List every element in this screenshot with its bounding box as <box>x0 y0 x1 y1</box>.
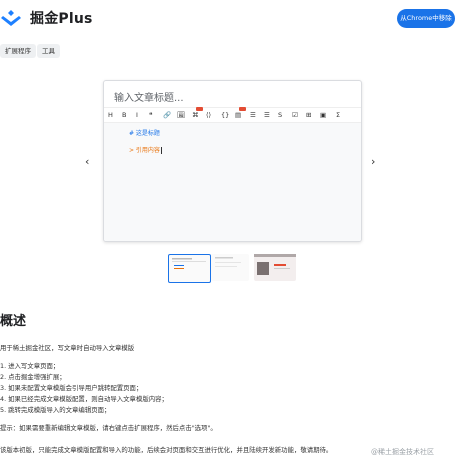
toolbar-link-icon[interactable]: 🔗 <box>163 110 171 120</box>
toolbar-grid-icon[interactable]: ⊞ <box>306 110 311 120</box>
overview-intro: 用于稀土掘金社区，写文章时自动导入文章模版 <box>0 344 135 352</box>
editor-toolbar: H B I ❝ 🔗 🖼 ⌘ ⟨⟩ {} ▤ ☰ ☰ S ☑ ⊞ ▣ Σ <box>104 107 361 122</box>
toolbar-image-icon[interactable]: 🖼 <box>177 110 185 120</box>
toolbar-code-icon[interactable]: ⟨⟩ <box>206 110 211 120</box>
thumbnail-2[interactable] <box>211 254 249 281</box>
remove-from-chrome-button[interactable]: 从Chrome中移除 <box>397 9 455 28</box>
juejin-logo-icon <box>1 10 21 26</box>
thumbnail-1[interactable] <box>168 254 211 283</box>
toolbar-new-badge <box>239 107 246 111</box>
overview-heading: 概述 <box>0 314 27 329</box>
overview-step-1: 1. 进入写文章页面； <box>0 362 60 370</box>
overview-step-5: 5. 跳转完成模版导入的文章编辑页面； <box>0 406 111 414</box>
carousel-prev-arrow-icon[interactable]: ‹ <box>85 156 89 167</box>
thumbnail-3[interactable] <box>254 254 296 281</box>
quote-line-text: > 引用内容 <box>129 147 160 154</box>
markdown-quote-line: > 引用内容 <box>129 145 162 154</box>
app-title: 掘金Plus <box>30 11 93 27</box>
header: 掘金Plus 从Chrome中移除 <box>0 0 460 36</box>
overview-step-3: 3. 如果未配置文章模版会引导用户跳转配置页面； <box>0 384 143 392</box>
toolbar-table-icon[interactable]: ▤ <box>235 110 241 120</box>
toolbar-italic-icon[interactable]: I <box>136 110 138 120</box>
overview-tip: 提示：如果需要重新编辑文章模版，请右键点击扩展程序，然后点击"选项"。 <box>0 424 217 432</box>
toolbar-unordered-list-icon[interactable]: ☰ <box>264 110 270 120</box>
toolbar-new-badge <box>196 107 203 111</box>
toolbar-task-icon[interactable]: ☑ <box>292 110 298 120</box>
toolbar-quote-icon[interactable]: ❝ <box>149 110 153 120</box>
overview-footer: 该版本初版，只能完成文章模版配置和导入的功能，后续会对页面和交互进行优化，并且陆… <box>0 446 333 454</box>
toolbar-bold-icon[interactable]: B <box>122 110 126 120</box>
toolbar-embed-icon[interactable]: ⌘ <box>192 110 199 120</box>
screenshot-editor[interactable]: 输入文章标题... H B I ❝ 🔗 🖼 ⌘ ⟨⟩ {} ▤ ☰ ☰ S ☑ … <box>103 80 362 242</box>
chip-tools[interactable]: 工具 <box>37 44 60 58</box>
toolbar-ordered-list-icon[interactable]: ☰ <box>250 110 256 120</box>
markdown-heading-line: # 这是标题 <box>129 128 160 137</box>
chip-extensions[interactable]: 扩展程序 <box>0 44 36 58</box>
toolbar-formula-icon[interactable]: Σ <box>336 110 340 120</box>
toolbar-strikethrough-icon[interactable]: S <box>278 110 282 120</box>
thumbnail-2-preview <box>215 257 241 267</box>
editor-title-placeholder: 输入文章标题... <box>114 93 184 104</box>
carousel-next-arrow-icon[interactable]: › <box>371 156 375 167</box>
thumbnail-3-preview <box>254 254 296 275</box>
text-caret <box>160 147 162 154</box>
juejin-watermark: @稀土掘金技术社区 <box>371 448 434 456</box>
toolbar-media-icon[interactable]: ▣ <box>320 110 326 120</box>
heading-line-text: # 这是标题 <box>129 130 160 137</box>
overview-step-2: 2. 点击掘金增强扩展； <box>0 373 66 381</box>
overview-step-4: 4. 如果已经完成文章模版配置，则自动导入文章模版内容； <box>0 395 168 403</box>
thumbnail-1-preview <box>172 258 206 269</box>
editor-content-area[interactable]: # 这是标题 > 引用内容 <box>104 122 361 241</box>
toolbar-heading-icon[interactable]: H <box>108 110 113 120</box>
toolbar-codeblock-icon[interactable]: {} <box>221 110 229 120</box>
